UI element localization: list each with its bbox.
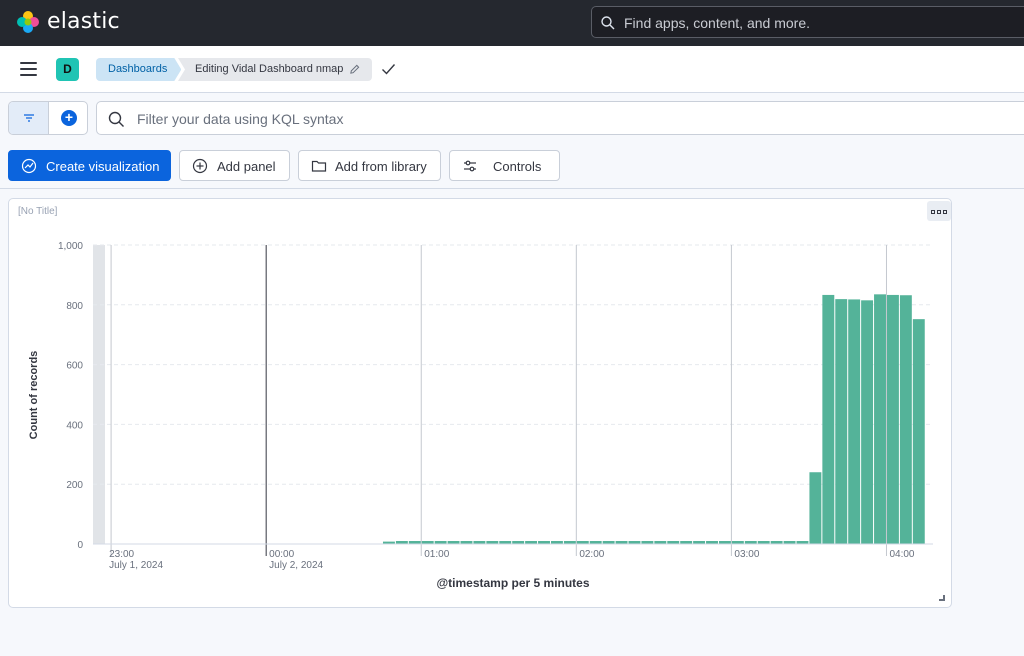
folder-icon [311, 160, 327, 172]
query-bar: + Filter your data using KQL syntax [0, 94, 1024, 142]
chart-range-marker [93, 245, 105, 544]
chart-bar [848, 299, 861, 544]
y-tick-label: 1,000 [58, 241, 83, 252]
space-avatar[interactable]: D [56, 58, 79, 81]
elastic-logo-icon[interactable] [16, 10, 40, 34]
x-tick-label: 23:00 [109, 549, 134, 560]
check-icon[interactable] [381, 62, 396, 76]
kql-search-input[interactable]: Filter your data using KQL syntax [96, 101, 1024, 135]
search-icon [601, 16, 615, 30]
y-tick-label: 400 [66, 420, 83, 431]
chart-bar [835, 299, 848, 544]
x-tick-label: 00:00 [269, 549, 294, 560]
x-tick-label: 04:00 [889, 549, 914, 560]
x-tick-label: 02:00 [579, 549, 604, 560]
y-tick-label: 600 [66, 361, 83, 372]
pencil-icon[interactable] [349, 64, 360, 75]
global-search-placeholder: Find apps, content, and more. [624, 15, 810, 31]
controls-button[interactable]: Controls [449, 150, 560, 181]
dashboard-toolbar: Create visualization Add panel Add from … [0, 142, 1024, 189]
chart-bar [861, 300, 874, 544]
y-axis-title: Count of records [28, 351, 40, 440]
filter-options-button[interactable] [9, 102, 49, 134]
bar-chart: 0 200 400 600 800 1,000 23:00July 1, 2024 00:00… [28, 241, 933, 590]
global-search-input[interactable]: Find apps, content, and more. [591, 6, 1024, 38]
create-visualization-button[interactable]: Create visualization [8, 150, 171, 181]
add-panel-label: Add panel [217, 159, 276, 174]
breadcrumb-current-label: Editing Vidal Dashboard nmap [195, 63, 344, 75]
chart-bar [809, 472, 822, 544]
panel-options-button[interactable] [927, 201, 951, 221]
plus-in-circle-icon: + [61, 110, 77, 126]
breadcrumb-bar: D Dashboards Editing Vidal Dashboard nma… [0, 46, 1024, 93]
x-axis-title: @timestamp per 5 minutes [436, 576, 589, 590]
resize-handle[interactable] [939, 595, 945, 601]
breadcrumb-current[interactable]: Editing Vidal Dashboard nmap [178, 58, 372, 81]
x-tick-date-label: July 2, 2024 [269, 560, 323, 571]
controls-label: Controls [493, 159, 542, 174]
visualize-app-icon [21, 158, 37, 174]
y-tick-label: 0 [77, 540, 83, 551]
add-filter-button[interactable]: + [49, 102, 87, 134]
brand-name[interactable]: elastic [47, 9, 120, 34]
kql-placeholder: Filter your data using KQL syntax [137, 111, 344, 127]
panel-title: [No Title] [18, 206, 58, 217]
controls-icon [464, 160, 476, 172]
create-visualization-label: Create visualization [46, 159, 160, 174]
x-tick-label: 03:00 [734, 549, 759, 560]
search-icon [108, 111, 124, 127]
menu-icon[interactable] [20, 62, 37, 76]
visualization-panel: 0 200 400 600 800 1,000 23:00 July 1, 2024 00:00… [8, 198, 952, 608]
breadcrumb-dashboards[interactable]: Dashboards [96, 58, 181, 81]
add-from-library-label: Add from library [335, 159, 427, 174]
y-tick-label: 200 [66, 480, 83, 491]
global-header: elastic Find apps, content, and more. [0, 0, 1024, 46]
filter-button-group: + [8, 101, 88, 135]
chart-bar [912, 319, 925, 544]
add-panel-button[interactable]: Add panel [179, 150, 290, 181]
plus-in-circle-icon [192, 158, 208, 174]
add-from-library-button[interactable]: Add from library [298, 150, 441, 181]
chart-bar [822, 294, 835, 544]
ellipsis-icon [931, 210, 947, 214]
filter-icon [24, 114, 34, 122]
chart-bar [874, 294, 886, 544]
chart-bar [886, 294, 899, 544]
y-tick-label: 800 [66, 301, 83, 312]
chart-bar [899, 295, 912, 544]
x-tick-date-label: July 1, 2024 [109, 560, 163, 571]
x-tick-label: 01:00 [424, 549, 449, 560]
